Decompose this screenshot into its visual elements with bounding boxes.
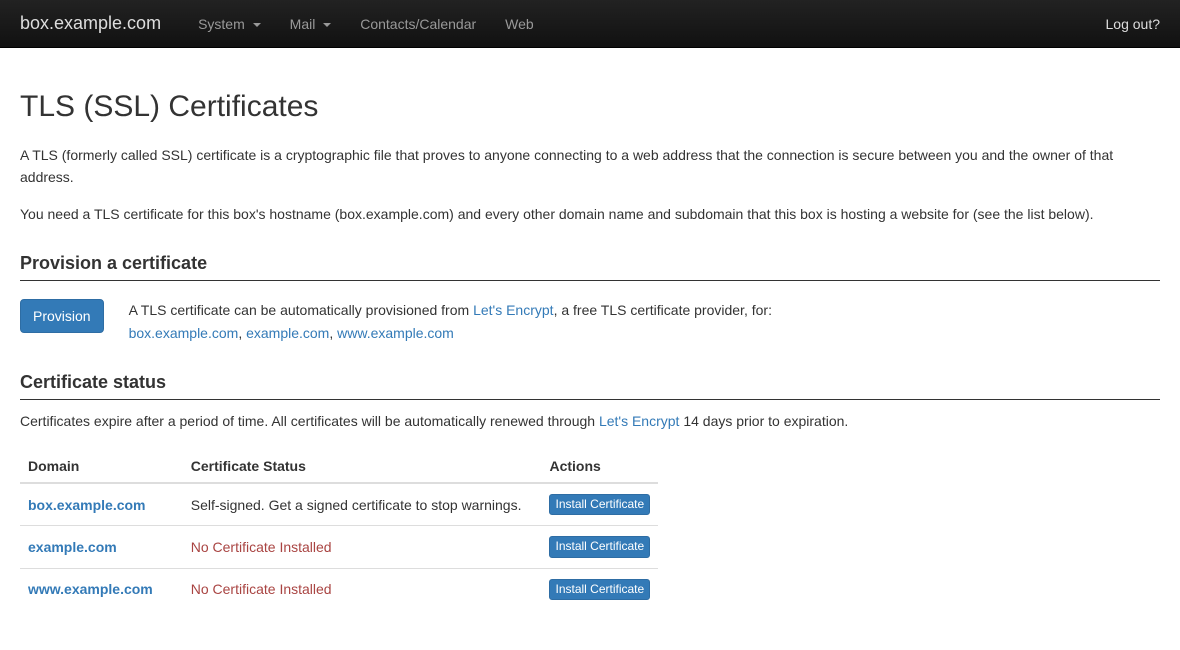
intro-paragraph-2: You need a TLS certificate for this box'… bbox=[20, 203, 1160, 225]
nav-mail-label: Mail bbox=[290, 16, 316, 32]
cell-status: No Certificate Installed bbox=[183, 568, 542, 610]
status-heading: Certificate status bbox=[20, 372, 1160, 400]
navbar-brand[interactable]: box.example.com bbox=[20, 13, 161, 34]
col-domain: Domain bbox=[20, 450, 183, 483]
col-status: Certificate Status bbox=[183, 450, 542, 483]
provision-text: A TLS certificate can be automatically p… bbox=[129, 299, 772, 344]
nav-web-label: Web bbox=[505, 16, 534, 32]
chevron-down-icon bbox=[253, 23, 261, 27]
nav-web[interactable]: Web bbox=[493, 2, 546, 46]
install-certificate-button[interactable]: Install Certificate bbox=[549, 536, 650, 557]
install-certificate-button[interactable]: Install Certificate bbox=[549, 494, 650, 515]
provision-domain-link[interactable]: example.com bbox=[246, 325, 329, 341]
top-navbar: box.example.com System Mail Contacts/Cal… bbox=[0, 0, 1180, 48]
navbar-nav: System Mail Contacts/Calendar Web bbox=[186, 2, 1105, 46]
domain-link[interactable]: box.example.com bbox=[28, 497, 146, 513]
table-row: box.example.com Self-signed. Get a signed… bbox=[20, 483, 658, 526]
provision-domain-link[interactable]: box.example.com bbox=[129, 325, 239, 341]
chevron-down-icon bbox=[323, 23, 331, 27]
provision-button[interactable]: Provision bbox=[20, 299, 104, 333]
intro2b: ) and every other domain name and subdom… bbox=[449, 206, 1093, 222]
domain-link[interactable]: example.com bbox=[28, 539, 117, 555]
lets-encrypt-link[interactable]: Let's Encrypt bbox=[473, 302, 554, 318]
nav-contacts-label: Contacts/Calendar bbox=[360, 16, 476, 32]
provision-text-b: , a free TLS certificate provider, for: bbox=[554, 302, 772, 318]
logout-link[interactable]: Log out? bbox=[1106, 16, 1161, 32]
provision-domain-link[interactable]: www.example.com bbox=[337, 325, 454, 341]
intro-paragraph-1: A TLS (formerly called SSL) certificate … bbox=[20, 144, 1160, 189]
table-header-row: Domain Certificate Status Actions bbox=[20, 450, 658, 483]
status-intro: Certificates expire after a period of ti… bbox=[20, 410, 1160, 432]
main-content: TLS (SSL) Certificates A TLS (formerly c… bbox=[0, 48, 1180, 630]
cell-domain: box.example.com bbox=[20, 483, 183, 526]
nav-system-label: System bbox=[198, 16, 245, 32]
status-intro-a: Certificates expire after a period of ti… bbox=[20, 413, 599, 429]
sep: , bbox=[238, 325, 246, 341]
certificate-table: Domain Certificate Status Actions box.ex… bbox=[20, 450, 658, 609]
table-row: www.example.com No Certificate Installed I… bbox=[20, 568, 658, 610]
nav-mail[interactable]: Mail bbox=[278, 2, 344, 46]
lets-encrypt-link-2[interactable]: Let's Encrypt bbox=[599, 413, 680, 429]
col-actions: Actions bbox=[541, 450, 658, 483]
cell-status: Self-signed. Get a signed certificate to… bbox=[183, 483, 542, 526]
install-certificate-button[interactable]: Install Certificate bbox=[549, 579, 650, 600]
intro2host: box.example.com bbox=[339, 206, 449, 222]
page-title: TLS (SSL) Certificates bbox=[20, 90, 1160, 124]
cell-domain: example.com bbox=[20, 526, 183, 568]
navbar-right: Log out? bbox=[1106, 16, 1161, 32]
provision-heading: Provision a certificate bbox=[20, 253, 1160, 281]
cell-status: No Certificate Installed bbox=[183, 526, 542, 568]
nav-contacts-calendar[interactable]: Contacts/Calendar bbox=[348, 2, 488, 46]
intro2a: You need a TLS certificate for this box'… bbox=[20, 206, 339, 222]
nav-system[interactable]: System bbox=[186, 2, 273, 46]
cell-actions: Install Certificate bbox=[541, 568, 658, 610]
cell-actions: Install Certificate bbox=[541, 526, 658, 568]
cell-domain: www.example.com bbox=[20, 568, 183, 610]
status-intro-b: 14 days prior to expiration. bbox=[679, 413, 848, 429]
cell-actions: Install Certificate bbox=[541, 483, 658, 526]
table-row: example.com No Certificate Installed Insta… bbox=[20, 526, 658, 568]
domain-link[interactable]: www.example.com bbox=[28, 581, 153, 597]
sep: , bbox=[329, 325, 337, 341]
provision-row: Provision A TLS certificate can be autom… bbox=[20, 299, 1160, 344]
provision-text-a: A TLS certificate can be automatically p… bbox=[129, 302, 473, 318]
